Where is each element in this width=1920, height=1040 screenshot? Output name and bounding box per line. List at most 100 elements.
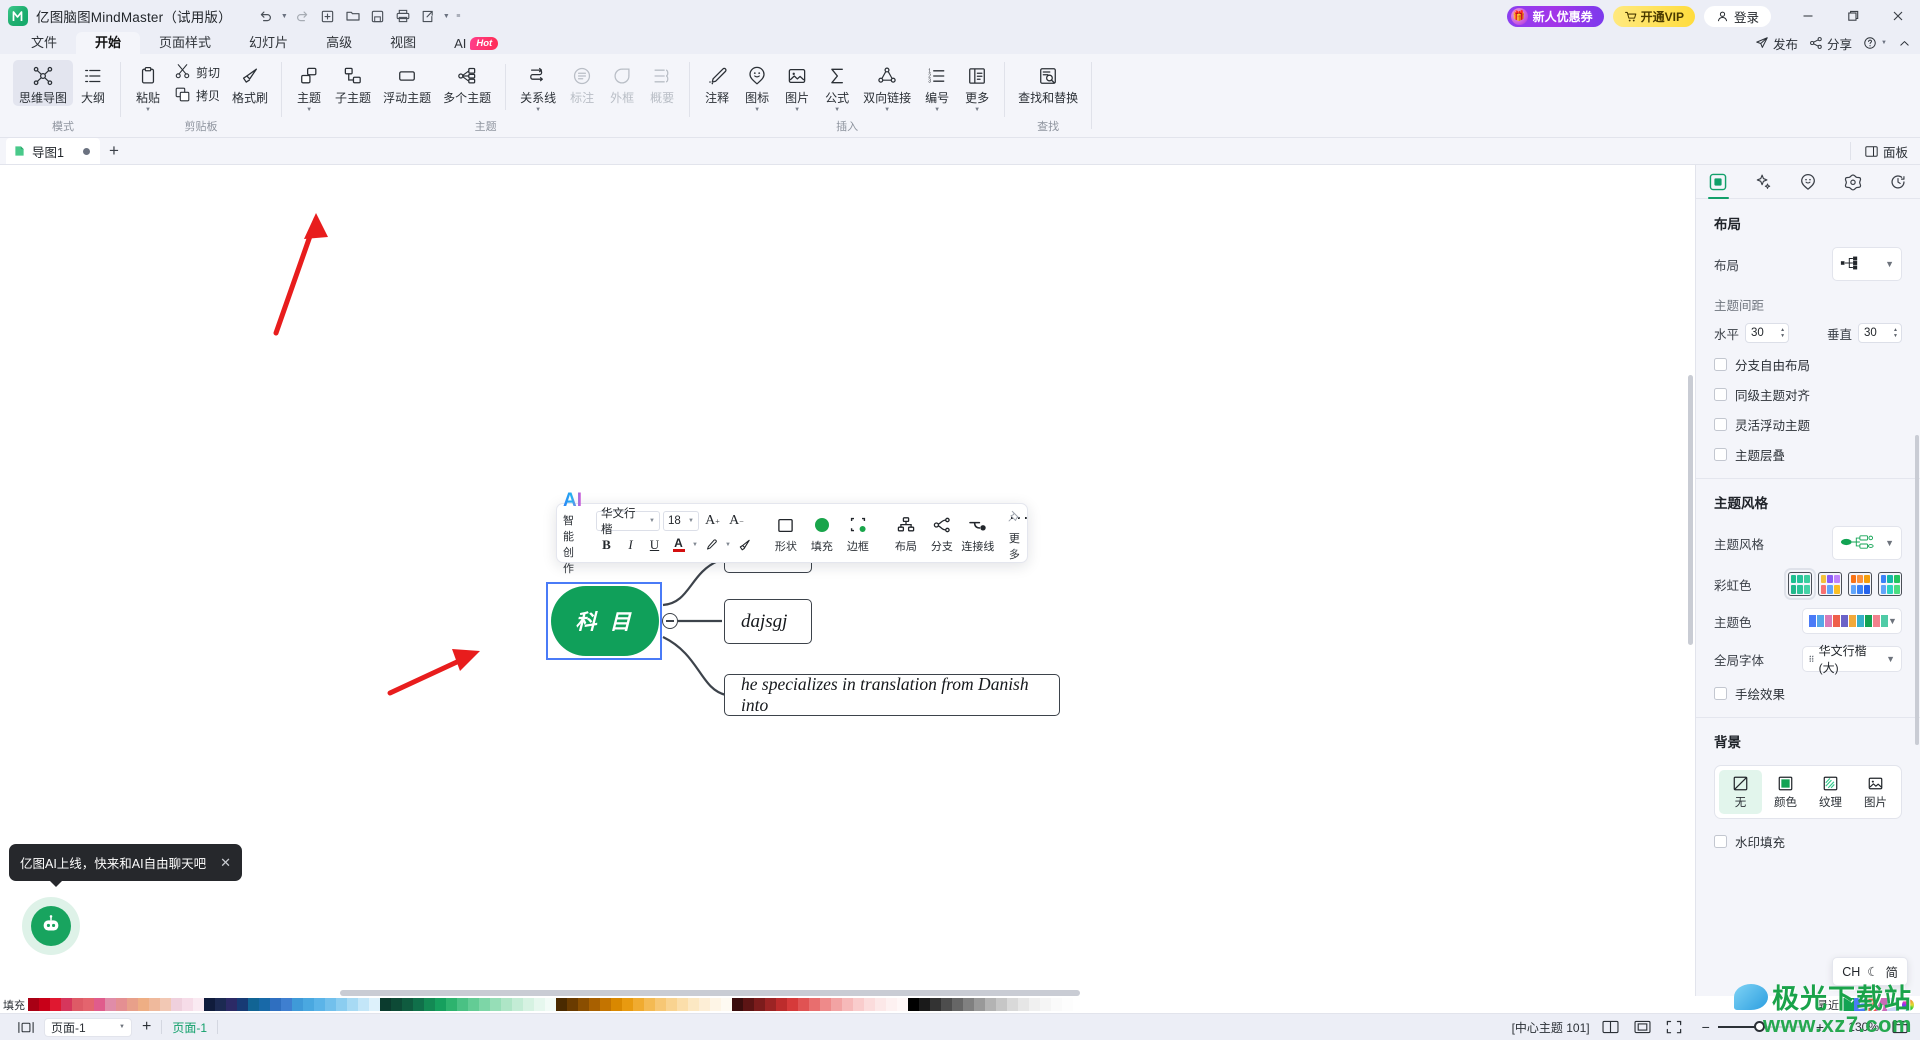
ribbon-item-numbering[interactable]: 123 编号 ▼ (917, 60, 957, 113)
save-icon[interactable] (366, 5, 390, 27)
color-swatch[interactable] (1051, 998, 1062, 1011)
reset-zoom-icon[interactable] (1888, 1014, 1912, 1040)
color-swatch[interactable] (501, 998, 512, 1011)
color-swatch[interactable] (248, 998, 259, 1011)
bold-button[interactable]: B (596, 535, 617, 556)
color-swatch[interactable] (798, 998, 809, 1011)
publish-button[interactable]: 发布 (1755, 34, 1798, 53)
color-swatch[interactable] (226, 998, 237, 1011)
checkbox-topic-overlap[interactable]: 主题层叠 (1714, 445, 1902, 464)
color-swatch[interactable] (644, 998, 655, 1011)
color-swatch[interactable] (149, 998, 160, 1011)
color-swatch[interactable] (567, 998, 578, 1011)
checkbox-box[interactable] (1714, 687, 1727, 700)
undo-dropdown-icon[interactable]: ▼ (279, 5, 290, 27)
connector-button[interactable]: 连接线 (961, 512, 995, 554)
color-swatch[interactable] (1007, 998, 1018, 1011)
ribbon-item-topic[interactable]: 主题 ▼ (289, 60, 329, 113)
print-icon[interactable] (391, 5, 415, 27)
font-family-select[interactable]: 华文行楷 ▼ (596, 508, 660, 536)
new-icon[interactable] (316, 5, 340, 27)
decrease-font-size-button[interactable]: A − (726, 511, 747, 532)
color-swatch[interactable] (83, 998, 94, 1011)
color-swatch[interactable] (842, 998, 853, 1011)
color-swatch[interactable] (457, 998, 468, 1011)
color-swatch[interactable] (578, 998, 589, 1011)
color-swatch[interactable] (1018, 998, 1029, 1011)
ribbon-item-copy[interactable]: 拷贝 (168, 83, 226, 106)
export-dropdown-icon[interactable]: ▼ (441, 5, 452, 27)
fill-button[interactable]: 填充 (805, 512, 839, 554)
color-swatch[interactable] (303, 998, 314, 1011)
color-swatch[interactable] (611, 998, 622, 1011)
vertical-spacing-input[interactable] (1864, 327, 1888, 339)
branch-button[interactable]: 分支 (925, 512, 959, 554)
checkbox-hand-drawn[interactable]: 手绘效果 (1714, 684, 1902, 703)
collapse-ribbon-icon[interactable] (1898, 37, 1911, 50)
rainbow-option-1[interactable] (1784, 568, 1816, 600)
ribbon-item-comment[interactable]: 注释 (697, 60, 737, 106)
background-option-texture[interactable]: 纹理 (1809, 770, 1852, 814)
ai-create-button[interactable]: AI 智能创作 (563, 490, 582, 576)
color-swatch[interactable] (347, 998, 358, 1011)
color-swatch[interactable] (171, 998, 182, 1011)
recent-color-swatch[interactable] (1865, 998, 1876, 1011)
color-swatch[interactable] (809, 998, 820, 1011)
ribbon-item-paste[interactable]: 粘贴 ▼ (128, 60, 168, 113)
chevron-down-icon[interactable]: ▼ (974, 107, 980, 113)
color-swatch[interactable] (336, 998, 347, 1011)
color-swatch[interactable] (710, 998, 721, 1011)
checkbox-align-same-level[interactable]: 同级主题对齐 (1714, 385, 1902, 404)
color-swatch[interactable] (996, 998, 1007, 1011)
color-swatch[interactable] (688, 998, 699, 1011)
border-button[interactable]: 边框 (841, 512, 875, 554)
color-swatch[interactable] (380, 998, 391, 1011)
document-tab[interactable]: 导图1 (6, 138, 100, 164)
collapse-toggle-button[interactable] (662, 613, 678, 629)
mindmap-canvas[interactable]: 科 目 dajsgj he specializes in translation… (0, 165, 1695, 996)
sidebar-tab-emoji[interactable] (1786, 165, 1831, 198)
color-swatch[interactable] (116, 998, 127, 1011)
color-swatch[interactable] (534, 998, 545, 1011)
color-swatch[interactable] (50, 998, 61, 1011)
panel-toggle-button[interactable]: 面板 (1849, 142, 1920, 160)
color-swatch[interactable] (105, 998, 116, 1011)
color-swatches[interactable] (28, 998, 1084, 1011)
ribbon-item-floating-topic[interactable]: 浮动主题 (377, 60, 437, 106)
color-swatch[interactable] (479, 998, 490, 1011)
color-swatch[interactable] (754, 998, 765, 1011)
underline-button[interactable]: U (644, 535, 665, 556)
chevron-down-icon[interactable]: ▼ (794, 107, 800, 113)
color-swatch[interactable] (919, 998, 930, 1011)
color-swatch[interactable] (402, 998, 413, 1011)
collapse-toolbar-icon[interactable]: ⌐ (1013, 545, 1018, 555)
color-swatch[interactable] (127, 998, 138, 1011)
checkbox-flexible-floating-topic[interactable]: 灵活浮动主题 (1714, 415, 1902, 434)
color-swatch[interactable] (655, 998, 666, 1011)
tab-ai[interactable]: AI Hot (435, 32, 504, 54)
color-swatch[interactable] (512, 998, 523, 1011)
fit-page-button[interactable] (8, 1014, 44, 1040)
color-swatch[interactable] (908, 998, 919, 1011)
layout-button[interactable]: 布局 (889, 512, 923, 554)
color-swatch[interactable] (358, 998, 369, 1011)
sidebar-scrollbar[interactable] (1915, 435, 1919, 745)
recent-color-swatch[interactable] (1876, 998, 1887, 1011)
background-option-picture[interactable]: 图片 (1854, 770, 1897, 814)
two-page-icon[interactable] (1599, 1014, 1622, 1040)
ribbon-item-formula[interactable]: 公式 ▼ (817, 60, 857, 113)
vip-button[interactable]: 开通VIP (1612, 5, 1695, 27)
login-button[interactable]: 登录 (1703, 5, 1771, 27)
undo-icon[interactable] (254, 5, 278, 27)
active-page-tab[interactable]: 页面-1 (162, 1014, 217, 1040)
color-swatch[interactable] (61, 998, 72, 1011)
tab-home[interactable]: 开始 (76, 32, 141, 54)
page-select[interactable]: 页面-1 ▼ (44, 1017, 132, 1037)
italic-button[interactable]: I (620, 535, 641, 556)
fit-window-icon[interactable] (1631, 1014, 1654, 1040)
tab-slideshow[interactable]: 幻灯片 (230, 32, 307, 54)
color-swatch[interactable] (875, 998, 886, 1011)
color-swatch[interactable] (699, 998, 710, 1011)
chevron-down-icon[interactable]: ▼ (145, 107, 151, 113)
checkbox-watermark-fill[interactable]: 水印填充 (1714, 832, 1902, 851)
